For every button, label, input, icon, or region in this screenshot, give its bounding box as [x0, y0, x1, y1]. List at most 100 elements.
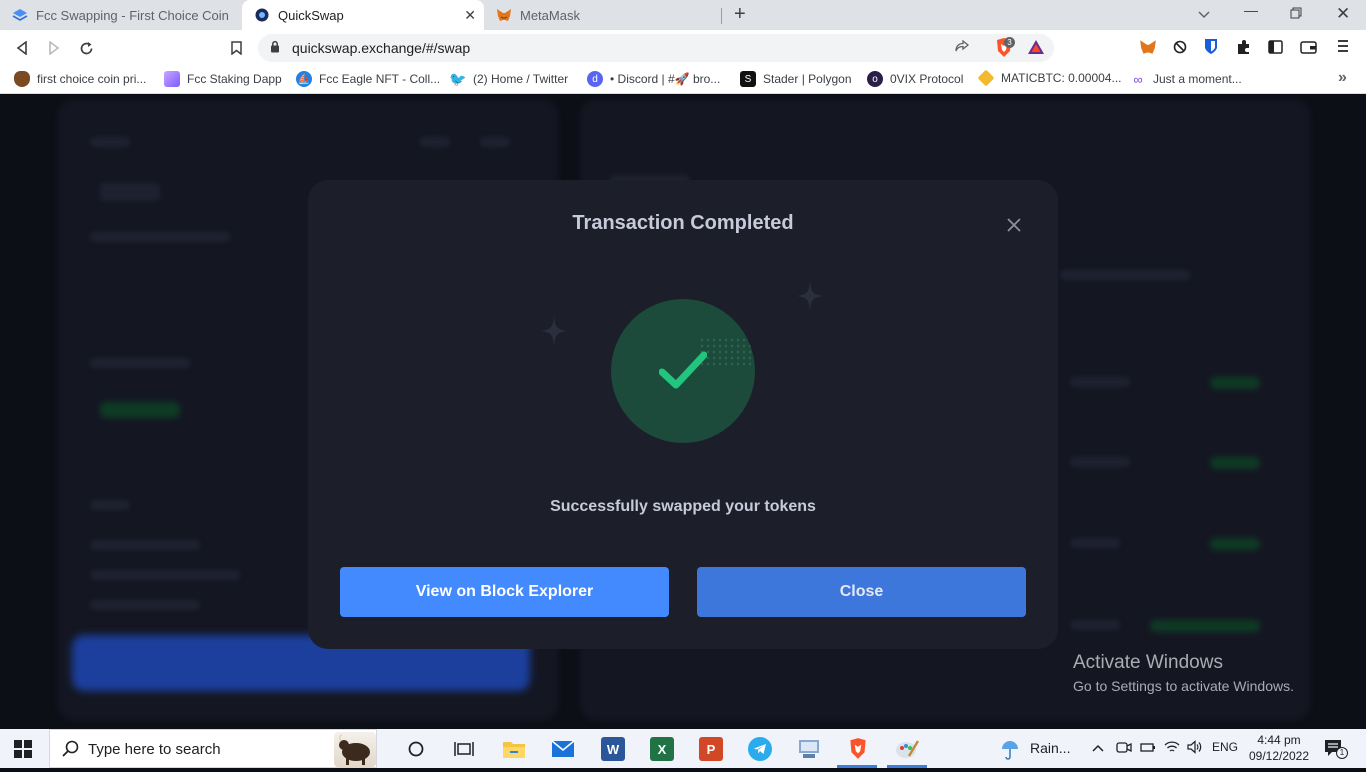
- blurred-text: [90, 570, 240, 580]
- metamask-fox-icon: [496, 7, 512, 23]
- search-placeholder: Type here to search: [88, 741, 221, 758]
- new-tab-icon[interactable]: +: [734, 3, 746, 26]
- browser-toolbar: quickswap.exchange/#/swap 3: [0, 30, 1366, 66]
- forward-icon[interactable]: [44, 38, 64, 58]
- close-window-icon[interactable]: ✕: [1336, 4, 1350, 24]
- dot-pattern: [699, 337, 755, 367]
- sidebar-icon[interactable]: [1268, 40, 1283, 59]
- close-tab-icon[interactable]: ✕: [464, 7, 476, 24]
- wallet-icon[interactable]: [1300, 40, 1317, 59]
- excel-icon[interactable]: X: [650, 737, 674, 761]
- success-message: Successfully swapped your tokens: [550, 498, 816, 515]
- tab-quickswap[interactable]: QuickSwap ✕: [242, 0, 484, 30]
- discord-icon: d: [587, 71, 603, 87]
- paint-icon[interactable]: [895, 737, 919, 761]
- brave-browser-icon[interactable]: [846, 737, 870, 761]
- volume-icon[interactable]: [1187, 740, 1203, 757]
- tab-strip: Fcc Swapping - First Choice Coin QuickSw…: [0, 0, 1366, 30]
- close-icon[interactable]: [1002, 213, 1026, 237]
- unicorn-icon: [164, 71, 180, 87]
- blurred-text: [1070, 457, 1130, 467]
- powerpoint-icon[interactable]: P: [699, 737, 723, 761]
- bookmark-fcc-eagle-nft[interactable]: ⛵ Fcc Eagle NFT - Coll...: [296, 71, 440, 87]
- meet-now-icon[interactable]: [1116, 740, 1132, 757]
- tab-title: MetaMask: [520, 7, 580, 23]
- address-bar[interactable]: quickswap.exchange/#/swap: [258, 34, 1054, 62]
- word-icon[interactable]: W: [601, 737, 625, 761]
- view-on-block-explorer-button[interactable]: View on Block Explorer: [340, 567, 669, 617]
- bookmarks-overflow-icon[interactable]: »: [1338, 69, 1347, 87]
- blurred-text: [90, 232, 230, 242]
- show-hidden-icons-icon[interactable]: [1092, 740, 1104, 755]
- weather-icon[interactable]: [998, 737, 1022, 764]
- opensea-icon: ⛵: [296, 71, 312, 87]
- blurred-text: [90, 540, 200, 550]
- blurred-text: [90, 137, 130, 147]
- clock-date: 09/12/2022: [1248, 749, 1310, 763]
- bookmark-icon[interactable]: [226, 38, 246, 58]
- tab-title: Fcc Swapping - First Choice Coin: [36, 7, 229, 23]
- input-language[interactable]: ENG: [1212, 740, 1238, 754]
- close-button[interactable]: Close: [697, 567, 1026, 617]
- share-icon[interactable]: [954, 39, 970, 59]
- taskbar-clock[interactable]: 4:44 pm 09/12/2022: [1244, 732, 1314, 764]
- telegram-icon[interactable]: [748, 737, 772, 761]
- file-explorer-icon[interactable]: [502, 737, 526, 761]
- binance-icon: [977, 69, 995, 87]
- bookmark-label: Fcc Eagle NFT - Coll...: [319, 72, 441, 86]
- metamask-extension-icon[interactable]: [1139, 39, 1157, 61]
- blurred-change: [1150, 620, 1260, 632]
- bookmark-label: • Discord | #🚀 bro...: [610, 72, 721, 86]
- wifi-icon[interactable]: [1164, 740, 1180, 757]
- blurred-text: [90, 358, 190, 368]
- polygon-icon: ∞: [1133, 71, 1143, 87]
- minimize-icon[interactable]: —: [1244, 2, 1258, 18]
- reload-icon[interactable]: [76, 38, 96, 58]
- extensions-icon[interactable]: [1236, 39, 1252, 60]
- bookmark-maticbtc[interactable]: MATICBTC: 0.00004...: [977, 69, 1122, 87]
- clock-time: 4:44 pm: [1257, 733, 1301, 747]
- blurred-text: [90, 500, 130, 510]
- blurred-text: [1060, 270, 1190, 280]
- bookmark-fcc-staking[interactable]: Fcc Staking Dapp: [164, 71, 282, 87]
- lock-icon[interactable]: [270, 40, 280, 58]
- bookmark-label: MATICBTC: 0.00004...: [1001, 71, 1122, 85]
- tab-fcc-swapping[interactable]: Fcc Swapping - First Choice Coin: [0, 0, 242, 30]
- tab-search-icon[interactable]: [1198, 6, 1210, 22]
- bookmark-stader[interactable]: S Stader | Polygon: [740, 71, 852, 87]
- brave-rewards-icon[interactable]: [1027, 39, 1045, 60]
- tab-metamask[interactable]: MetaMask: [484, 0, 722, 30]
- bookmark-0vix[interactable]: o 0VIX Protocol: [867, 71, 963, 87]
- weather-label[interactable]: Rain...: [1030, 740, 1070, 756]
- notification-icon[interactable]: 1: [1324, 738, 1348, 763]
- yak-search-highlight-icon: [334, 732, 376, 767]
- menu-icon[interactable]: [1337, 39, 1349, 58]
- bookmarks-bar: first choice coin pri... Fcc Staking Dap…: [0, 66, 1366, 94]
- bookmark-first-choice-coin[interactable]: first choice coin pri...: [14, 71, 146, 87]
- tab-divider: [721, 8, 722, 24]
- watermark-title: Activate Windows: [1073, 652, 1223, 673]
- network-monitor-icon[interactable]: [797, 737, 821, 761]
- tracker-block-icon[interactable]: [1173, 40, 1187, 59]
- bitwarden-icon[interactable]: [1204, 38, 1218, 60]
- bookmark-discord[interactable]: d • Discord | #🚀 bro...: [587, 71, 720, 87]
- windows-start-icon[interactable]: [14, 740, 32, 763]
- bookmark-label: 0VIX Protocol: [890, 72, 964, 86]
- battery-plug-icon[interactable]: [1140, 740, 1156, 757]
- taskbar-search-box[interactable]: Type here to search: [49, 729, 377, 768]
- cortana-icon[interactable]: [404, 737, 428, 761]
- bookmark-just-a-moment[interactable]: ∞ Just a moment...: [1130, 71, 1241, 87]
- bookmark-label: first choice coin pri...: [37, 72, 147, 86]
- notification-count-badge: 1: [1336, 747, 1348, 759]
- mail-icon[interactable]: [551, 737, 575, 761]
- back-icon[interactable]: [12, 38, 32, 58]
- restore-icon[interactable]: [1290, 6, 1302, 22]
- brave-shield-icon[interactable]: 3: [994, 37, 1015, 64]
- blurred-text: [90, 600, 200, 610]
- bookmark-twitter[interactable]: 🐦 (2) Home / Twitter: [449, 71, 568, 87]
- task-view-icon[interactable]: [452, 737, 476, 761]
- sparkle-icon: [797, 280, 823, 312]
- checkmark-icon: [659, 351, 707, 389]
- blurred-change: [1210, 457, 1260, 469]
- bookmark-label: Stader | Polygon: [763, 72, 852, 86]
